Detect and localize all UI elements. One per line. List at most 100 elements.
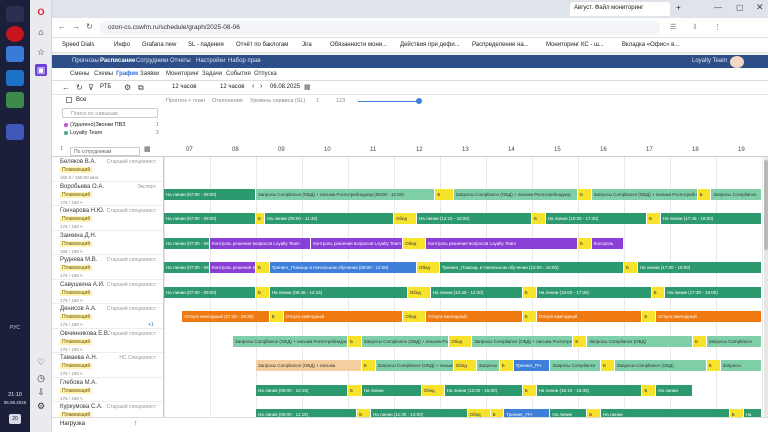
- shift-bar-compliance[interactable]: Запросы Compliance: [550, 360, 600, 371]
- calendar-icon[interactable]: ▦: [304, 83, 311, 91]
- tab-tasks[interactable]: Задачи: [202, 71, 222, 77]
- plan-toggle[interactable]: Прогноз + план: [166, 98, 205, 104]
- employee-row[interactable]: Беляков В.А. Старший специалист Плавающий 1…: [52, 157, 163, 182]
- notification-badge[interactable]: 20: [9, 414, 21, 424]
- shift-bar-break[interactable]: Б: [573, 335, 587, 347]
- sort-select[interactable]: По сотрудникам: [70, 147, 140, 156]
- shift-bar-break[interactable]: Б: [522, 384, 536, 396]
- tab-shifts[interactable]: Смены: [70, 71, 89, 77]
- grid-view-icon[interactable]: ▦: [144, 145, 151, 153]
- zoom-slider-track[interactable]: [358, 101, 418, 102]
- bookmark-grafana[interactable]: Grafana new: [142, 42, 176, 48]
- shift-bar-break[interactable]: Б: [578, 237, 591, 249]
- shift-bar-control[interactable]: Контроль решения вопросов Loyalty Team: [311, 237, 403, 249]
- history-icon[interactable]: ◷: [35, 372, 47, 384]
- forward-icon[interactable]: →: [72, 22, 80, 31]
- employee-name[interactable]: Беляков В.А.: [60, 159, 96, 165]
- shift-bar-vacation[interactable]: Отпуск ежегодный: [536, 311, 642, 322]
- shift-bar-line[interactable]: На линии (17:45 - 19:00): [660, 213, 761, 224]
- menu-icon[interactable]: ⋮: [714, 23, 721, 31]
- option-1[interactable]: 1: [316, 98, 319, 104]
- shift-bar-line[interactable]: На линии (07:00 - 09:00): [164, 188, 255, 200]
- chrome-app-icon[interactable]: [6, 46, 24, 62]
- tab-active[interactable]: Август. Файл мониторинг: [570, 2, 670, 16]
- shift-bar-line[interactable]: На линии (13:30 - 15:00): [444, 384, 522, 396]
- bookmark-office[interactable]: Вкладка «Офис» в...: [622, 42, 679, 48]
- shift-bar-break[interactable]: Б: [348, 335, 361, 347]
- maximize-icon[interactable]: ▢: [736, 3, 744, 12]
- employee-name[interactable]: Заикина Д.Н.: [60, 233, 96, 239]
- bookmark-distribution[interactable]: Распределение на...: [472, 42, 529, 48]
- sl-toggle[interactable]: Уровень сервиса (SL): [250, 98, 305, 104]
- zoom-slider-handle[interactable]: [416, 98, 422, 104]
- next-date-icon[interactable]: ›: [260, 83, 262, 90]
- shift-bar-compliance[interactable]: Запросы Compliance (ОБД) + письма Роспот…: [591, 188, 697, 200]
- settings-gear-icon[interactable]: ⚙: [124, 83, 131, 92]
- shift-bar-break[interactable]: Б: [348, 384, 361, 396]
- shift-bar-break[interactable]: Б: [642, 311, 656, 322]
- back-icon[interactable]: ←: [58, 22, 66, 31]
- shift-bar-vacation[interactable]: Отпуск ежегодный: [656, 311, 761, 322]
- employee-name[interactable]: Тамаева А.Н.: [60, 355, 97, 361]
- bookmark-backlog[interactable]: Отчёт по баклогам: [236, 42, 288, 48]
- nav-settings[interactable]: Настройки: [196, 58, 225, 64]
- shift-bar-break[interactable]: Б: [256, 213, 265, 224]
- keyboard-lang[interactable]: РУС: [4, 325, 26, 331]
- shift-bar-compliance[interactable]: Запросы Compliance (ОБД) + письма Роспот…: [361, 335, 449, 347]
- shift-bar-line[interactable]: На линии (09:00 - 11:45): [265, 213, 393, 224]
- minimize-icon[interactable]: —: [714, 3, 722, 12]
- employee-row[interactable]: Воробьева О.А. Эксперт Плавающий 176 / 168 …: [52, 182, 163, 206]
- shift-bar-vacation[interactable]: Отпуск ежегодный: [426, 311, 522, 322]
- shift-bar-break[interactable]: Б: [706, 360, 720, 371]
- shift-bar-break[interactable]: Б: [651, 286, 665, 298]
- opera-logo-icon[interactable]: O: [35, 6, 47, 18]
- shift-bar-break[interactable]: Б: [499, 360, 513, 371]
- shift-bar-compliance[interactable]: Запросы Compliance (ОБД) + письма Роспот…: [453, 188, 577, 200]
- filter-icon[interactable]: ⊽: [88, 83, 94, 92]
- employee-name[interactable]: Савушкина А.И.: [60, 282, 105, 288]
- shift-bar-break[interactable]: Б: [256, 286, 269, 298]
- employee-name[interactable]: Руднева М.В.: [60, 257, 97, 263]
- pinned-tabs-strip[interactable]: [56, 2, 556, 16]
- shift-bar-break[interactable]: Б: [729, 409, 743, 417]
- employee-row[interactable]: Овчинникова Е.В. Старший специалист Плаваю…: [52, 329, 163, 353]
- bookmark-jira[interactable]: Jira: [302, 42, 312, 48]
- download-bar-icon[interactable]: ⇩: [692, 23, 698, 31]
- shift-bar-lunch[interactable]: Обед: [453, 360, 476, 371]
- shift-bar-break[interactable]: Б: [624, 262, 637, 273]
- shift-bar-compliance[interactable]: Запросы Compliance (ОБД) + письма Роспот…: [472, 335, 573, 347]
- shift-bar-control[interactable]: Контроль решения вопросов Loyalty Team: [426, 237, 577, 249]
- shift-bar-compliance[interactable]: Запросы Compliance: [706, 335, 761, 347]
- sort-icon[interactable]: ↕: [60, 145, 64, 152]
- shift-bar-break[interactable]: Б: [357, 409, 370, 417]
- shift-bar-lunch[interactable]: Обед: [407, 286, 430, 298]
- tab-graph[interactable]: График: [116, 71, 138, 77]
- shift-bar-break[interactable]: Б: [647, 213, 660, 224]
- shift-bar-line[interactable]: На линии (17:00 - 19:00): [637, 262, 761, 273]
- shift-bar-line[interactable]: На линии: [601, 409, 729, 417]
- employee-row[interactable]: Савушкина А.И. Старший специалист Плавающи…: [52, 280, 163, 304]
- shift-bar-lunch[interactable]: Обед: [421, 384, 444, 396]
- nav-schedule[interactable]: Расписание: [100, 58, 135, 64]
- employee-row[interactable]: Куркумова С.А. Старший специалист Плавающи…: [52, 402, 163, 417]
- skill-search-input[interactable]: Поиск по навыкам: [62, 108, 158, 118]
- opera-app-icon[interactable]: [6, 26, 24, 42]
- shift-bar-lunch[interactable]: Обед: [403, 237, 426, 249]
- shift-bar-line[interactable]: На линии (07:00 - 08:00): [164, 237, 209, 249]
- shift-bar-control[interactable]: Контроль решения вопросов: [210, 262, 255, 273]
- bookmark-info[interactable]: Инфо: [114, 42, 130, 48]
- skill-item-loyalty[interactable]: Loyalty Team: [70, 130, 102, 136]
- heart-icon[interactable]: ♡: [35, 356, 47, 368]
- option-123[interactable]: 123: [336, 98, 345, 104]
- avatar[interactable]: [730, 56, 744, 68]
- shift-bar-line[interactable]: На линии (15:00 - 17:30): [536, 286, 651, 298]
- range-select-a[interactable]: 12 часов: [172, 84, 196, 90]
- shift-bar-line[interactable]: На линии (11:30 - 13:00): [371, 409, 467, 417]
- bookmark-speed-dials[interactable]: Speed Dials: [62, 42, 94, 48]
- outlook-app-icon[interactable]: [6, 70, 24, 86]
- start-icon[interactable]: [6, 6, 24, 22]
- clock-date[interactable]: 05.08.2025: [0, 400, 30, 405]
- shift-bar-break[interactable]: Б: [693, 335, 706, 347]
- more-count-badge[interactable]: +1: [148, 322, 154, 328]
- shift-bar-compliance[interactable]: Запросы Compliance: [711, 188, 761, 200]
